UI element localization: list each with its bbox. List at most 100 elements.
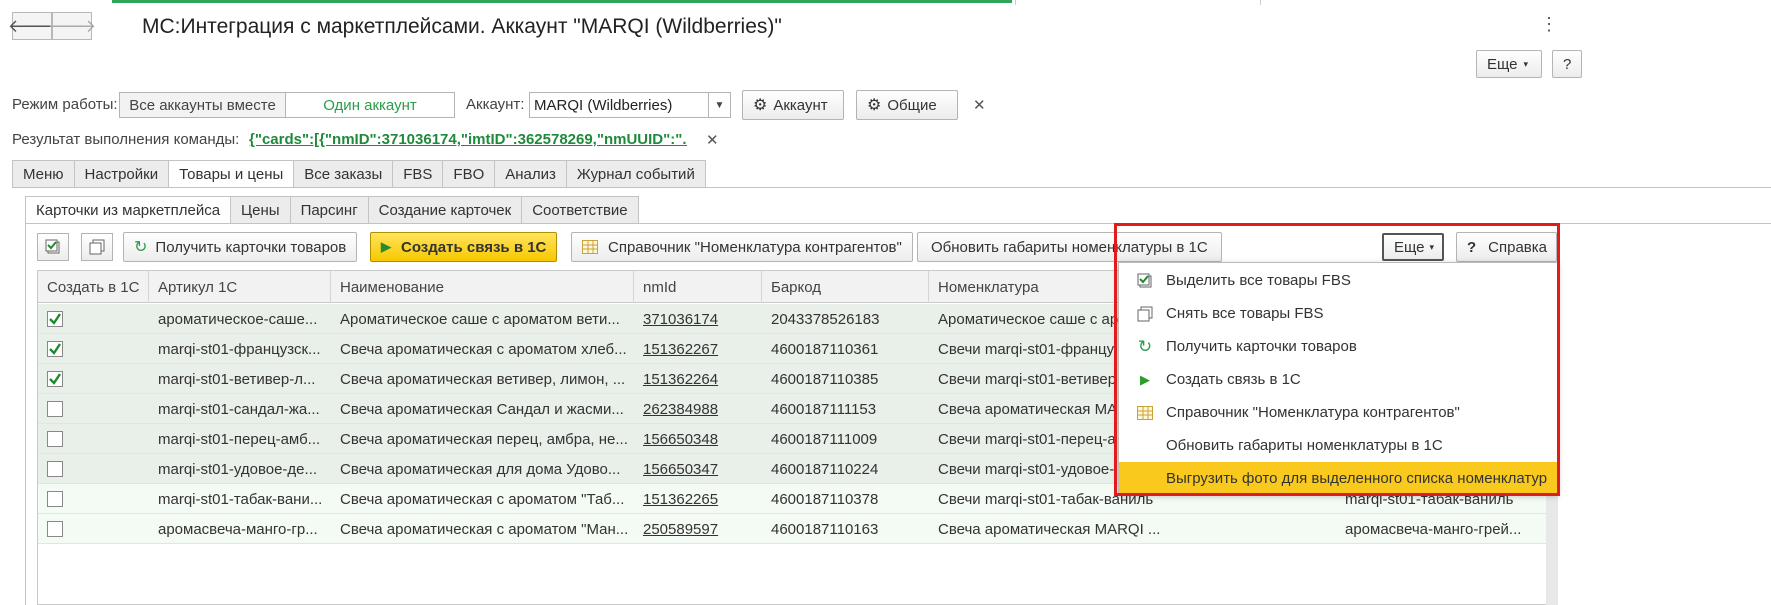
table-row[interactable]: аромасвеча-манго-гр... Свеча ароматическа… [38, 514, 1546, 544]
account-button[interactable]: ⚙ Аккаунт [742, 90, 844, 120]
kebab-menu-icon[interactable]: ⋮ [1540, 14, 1558, 35]
create-link-label: Создать связь в 1С [401, 238, 547, 256]
cell-name: Ароматическое саше с ароматом вети... [340, 310, 620, 328]
cell-article: ароматическое-саше... [158, 310, 318, 328]
cell-nmid-wrap: 250589597 [634, 514, 762, 544]
create-1c-checkbox[interactable] [47, 521, 63, 537]
cell-nmid[interactable]: 156650347 [643, 461, 718, 478]
refresh-icon: ↻ [1137, 336, 1153, 356]
cell-barcode-wrap: 4600187110163 [762, 514, 929, 544]
menu-item-create-link[interactable]: ▶ Создать связь в 1С [1119, 363, 1557, 396]
account-select[interactable]: MARQI (Wildberries) ▼ [529, 92, 731, 118]
create-1c-checkbox-cell [38, 394, 149, 424]
refresh-icon: ↻ [134, 239, 148, 256]
cell-article: аромасвеча-манго-гр... [158, 520, 318, 538]
cell-nmid[interactable]: 371036174 [643, 311, 718, 328]
cell-nmid[interactable]: 262384988 [643, 401, 718, 418]
help-button-top[interactable]: ? [1552, 50, 1582, 78]
tab-all-orders[interactable]: Все заказы [293, 160, 393, 188]
menu-item-uncheck-all-fbs[interactable]: Снять все товары FBS [1119, 297, 1557, 330]
cell-nomen: Свеча ароматическая MARQI ... [938, 520, 1161, 538]
tab-prices[interactable]: Цены [230, 196, 290, 224]
more-button-top[interactable]: Еще ▾ [1476, 50, 1542, 78]
mode-one-account[interactable]: Один аккаунт [286, 93, 454, 117]
mode-all-accounts[interactable]: Все аккаунты вместе [120, 93, 286, 117]
cell-nmid[interactable]: 151362265 [643, 491, 718, 508]
tab-analysis[interactable]: Анализ [494, 160, 566, 188]
general-settings-button[interactable]: ⚙ Общие [856, 90, 958, 120]
reference-button[interactable]: Справочник "Номенклатура контрагентов" [571, 232, 913, 262]
cell-barcode: 4600187111009 [771, 430, 878, 448]
create-1c-checkbox[interactable] [47, 311, 63, 327]
more-label: Еще [1487, 55, 1518, 73]
col-name[interactable]: Наименование [331, 271, 634, 303]
col-create-1c[interactable]: Создать в 1С [38, 271, 149, 303]
menu-item-get-cards[interactable]: ↻ Получить карточки товаров [1119, 330, 1557, 363]
back-button[interactable]: 🡐 [8, 12, 56, 40]
tab-create-cards[interactable]: Создание карточек [367, 196, 522, 224]
menu-item-label: Обновить габариты номенклатуры в 1С [1166, 437, 1443, 454]
create-1c-checkbox[interactable] [47, 431, 63, 447]
reference-label: Справочник "Номенклатура контрагентов" [608, 238, 902, 256]
create-1c-checkbox-cell [38, 484, 149, 514]
menu-item-label: Снять все товары FBS [1166, 305, 1324, 322]
tab-goods-prices[interactable]: Товары и цены [168, 160, 294, 188]
menu-item-label: Выгрузить фото для выделенного списка но… [1166, 470, 1548, 487]
cell-barcode: 4600187110385 [771, 370, 879, 388]
menu-item-export-photos[interactable]: Выгрузить фото для выделенного списка но… [1119, 462, 1557, 495]
create-link-button[interactable]: ▶ Создать связь в 1С [370, 232, 558, 262]
tab-parsing[interactable]: Парсинг [289, 196, 368, 224]
check-all-button[interactable] [37, 233, 69, 261]
tab-fbo[interactable]: FBO [442, 160, 495, 188]
sub-tabs: Карточки из маркетплейса Цены Парсинг Со… [25, 196, 639, 224]
col-article[interactable]: Артикул 1С [149, 271, 331, 303]
cell-nmid-wrap: 262384988 [634, 394, 762, 424]
tab-fbs[interactable]: FBS [392, 160, 443, 188]
create-1c-checkbox[interactable] [47, 491, 63, 507]
create-1c-checkbox[interactable] [47, 461, 63, 477]
cell-article-wrap: marqi-st01-сандал-жа... [149, 394, 331, 424]
create-1c-checkbox[interactable] [47, 401, 63, 417]
tab-event-log[interactable]: Журнал событий [565, 160, 706, 188]
create-1c-checkbox-cell [38, 424, 149, 454]
close-icon[interactable]: ✕ [973, 96, 986, 114]
cell-barcode-wrap: 4600187110361 [762, 334, 929, 364]
tab-marketplace-cards[interactable]: Карточки из маркетплейса [25, 196, 231, 224]
menu-item-check-all-fbs[interactable]: Выделить все товары FBS [1119, 264, 1557, 297]
cell-article: marqi-st01-табак-вани... [158, 490, 323, 508]
close-icon[interactable]: ✕ [706, 131, 719, 149]
cell-name-wrap: Свеча ароматическая с ароматом "Таб... [331, 484, 634, 514]
uncheck-all-button[interactable] [81, 233, 113, 261]
help-button[interactable]: ? Справка [1456, 232, 1557, 262]
cell-nmid[interactable]: 250589597 [643, 521, 718, 538]
get-cards-button[interactable]: ↻ Получить карточки товаров [123, 232, 358, 262]
cell-article-wrap: marqi-st01-табак-вани... [149, 484, 331, 514]
dropdown-arrow-icon[interactable]: ▼ [708, 93, 730, 117]
cell-nmid-wrap: 151362265 [634, 484, 762, 514]
cell-nmid[interactable]: 151362264 [643, 371, 718, 388]
gear-icon: ⚙ [867, 97, 882, 114]
tab-menu[interactable]: Меню [12, 160, 74, 188]
create-1c-checkbox[interactable] [47, 371, 63, 387]
cell-name: Свеча ароматическая ветивер, лимон, ... [340, 370, 626, 388]
cell-nmid[interactable]: 156650348 [643, 431, 718, 448]
create-1c-checkbox-cell [38, 304, 149, 334]
cell-barcode: 2043378526183 [771, 310, 880, 328]
tab-settings[interactable]: Настройки [73, 160, 169, 188]
forward-button[interactable]: 🡒 [48, 12, 96, 40]
tab-matching[interactable]: Соответствие [521, 196, 639, 224]
more-button[interactable]: Еще ▾ [1382, 233, 1444, 261]
update-dims-button[interactable]: Обновить габариты номенклатуры в 1С [917, 232, 1222, 262]
cell-name-wrap: Свеча ароматическая для дома Удово... [331, 454, 634, 484]
menu-item-update-dims[interactable]: Обновить габариты номенклатуры в 1С [1119, 429, 1557, 462]
create-1c-checkbox-cell [38, 334, 149, 364]
col-nmid[interactable]: nmId [634, 271, 762, 303]
cell-nomen-wrap: Свеча ароматическая MARQI ... [929, 514, 1169, 544]
menu-item-reference[interactable]: Справочник "Номенклатура контрагентов" [1119, 396, 1557, 429]
create-1c-checkbox[interactable] [47, 341, 63, 357]
result-value-link[interactable]: {"cards":[{"nmID":371036174,"imtID":3625… [249, 131, 687, 148]
get-cards-label: Получить карточки товаров [155, 238, 347, 256]
col-barcode[interactable]: Баркод [762, 271, 929, 303]
cell-nmid-wrap: 151362267 [634, 334, 762, 364]
cell-nmid[interactable]: 151362267 [643, 341, 718, 358]
